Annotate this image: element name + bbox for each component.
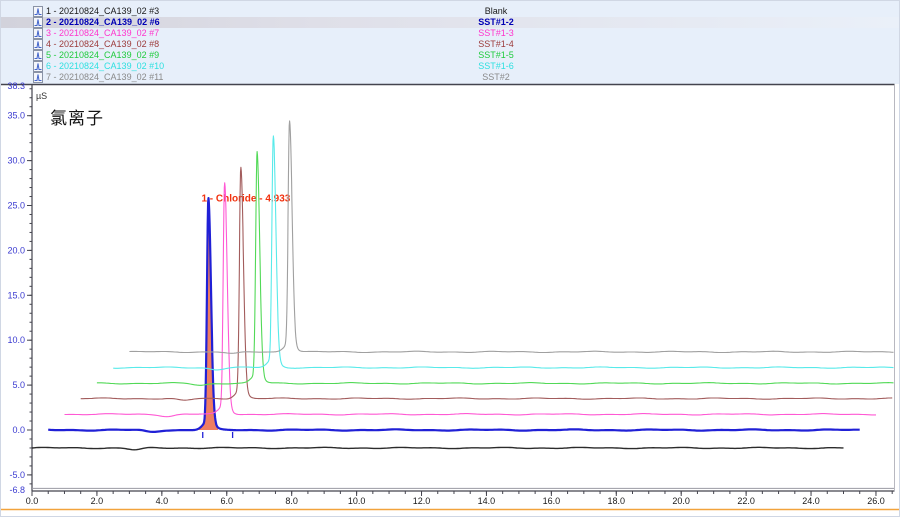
svg-text:30.0: 30.0 (7, 156, 25, 166)
trace (113, 136, 893, 370)
svg-text:15.0: 15.0 (7, 290, 25, 300)
svg-text:10.0: 10.0 (348, 496, 366, 506)
chart-title: 氯离子 (50, 104, 104, 129)
trace (129, 121, 893, 353)
trace (97, 152, 894, 386)
svg-text:5.0: 5.0 (12, 380, 25, 390)
svg-text:8.0: 8.0 (285, 496, 298, 506)
svg-text:20.0: 20.0 (672, 496, 690, 506)
svg-text:14.0: 14.0 (478, 496, 496, 506)
trace (48, 198, 860, 432)
svg-text:24.0: 24.0 (802, 496, 820, 506)
trace (32, 447, 844, 450)
svg-text:0.0: 0.0 (12, 425, 25, 435)
svg-text:18.0: 18.0 (608, 496, 626, 506)
svg-text:10.0: 10.0 (7, 335, 25, 345)
svg-text:12.0: 12.0 (413, 496, 431, 506)
svg-text:0.0: 0.0 (26, 496, 39, 506)
svg-text:38.3: 38.3 (7, 81, 25, 91)
svg-text:6.0: 6.0 (221, 496, 234, 506)
svg-text:16.0: 16.0 (543, 496, 561, 506)
svg-text:22.0: 22.0 (737, 496, 755, 506)
trace (65, 183, 877, 417)
svg-text:25.0: 25.0 (7, 201, 25, 211)
svg-text:-5.0: -5.0 (9, 470, 25, 480)
svg-text:1 - Chloride - 4.933: 1 - Chloride - 4.933 (201, 193, 290, 204)
svg-text:35.0: 35.0 (7, 111, 25, 121)
svg-text:-6.8: -6.8 (9, 485, 25, 495)
chromatogram-overlay-window: 1 - 20210824_CA139_02 #3 Blank 2 - 20210… (0, 0, 900, 517)
svg-text:20.0: 20.0 (7, 245, 25, 255)
svg-text:2.0: 2.0 (91, 496, 104, 506)
y-axis-unit-label: µS (36, 91, 47, 101)
chromatogram-plot[interactable]: 0.0 2.0 4.0 6.0 8.0 10.0 12.0 14.0 16.0 18.0 20.0 2… (1, 1, 900, 517)
svg-text:4.0: 4.0 (156, 496, 169, 506)
svg-text:26.0: 26.0 (867, 496, 885, 506)
